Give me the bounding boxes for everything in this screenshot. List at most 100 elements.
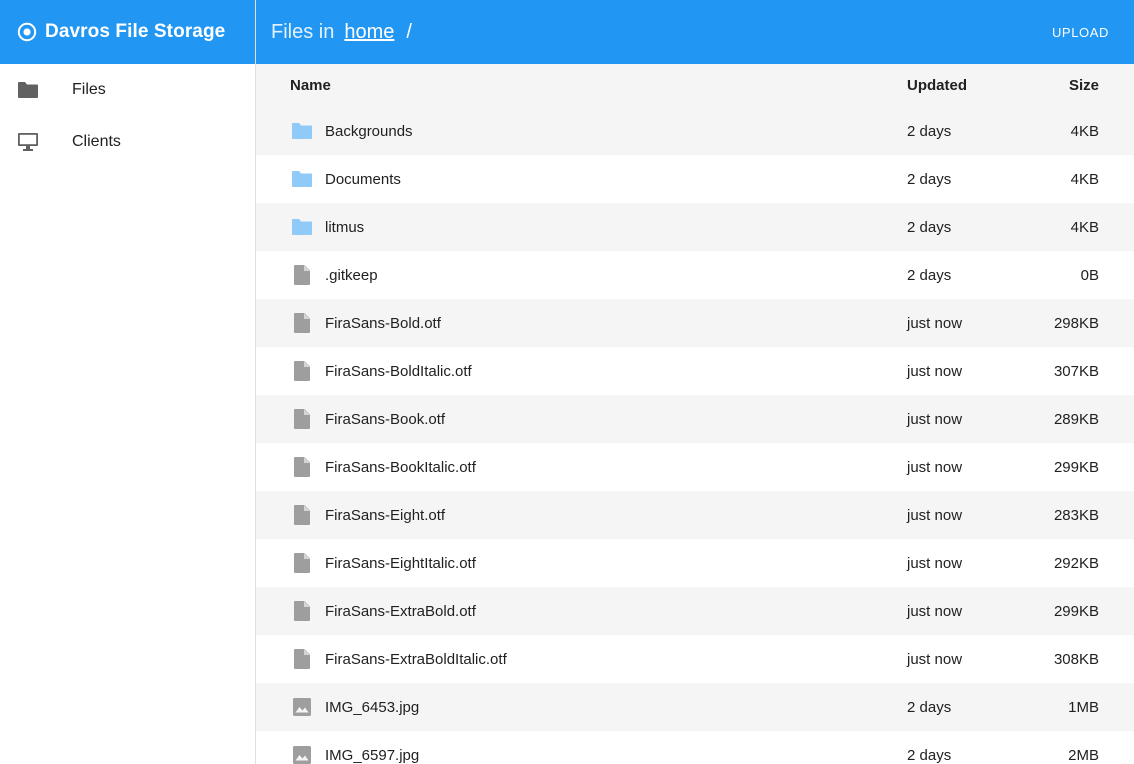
sidebar-item-label: Files [72,81,106,98]
name-wrap: FiraSans-ExtraBoldItalic.otf [290,647,873,671]
table-row[interactable]: FiraSans-Eight.otf just now 283KB [256,491,1134,539]
main-content: Files in home / UPLOAD Name Updated Size… [256,0,1134,764]
cell-size: 307KB [1053,362,1099,380]
name-wrap: FiraSans-ExtraBold.otf [290,599,873,623]
file-icon [290,647,314,671]
file-table-container[interactable]: Name Updated Size Backgrounds 2 days 4KB Do… [256,64,1134,764]
cell-name: FiraSans-Bold.otf [256,299,873,347]
name-wrap: IMG_6597.jpg [290,743,873,764]
cell-updated: 2 days [907,122,952,140]
table-row[interactable]: IMG_6597.jpg 2 days 2MB [256,731,1134,764]
table-row[interactable]: FiraSans-EightItalic.otf just now 292KB [256,539,1134,587]
file-icon [290,359,314,383]
breadcrumb-prefix: Files in [271,20,335,43]
folder-icon [290,167,314,191]
cell-name: Documents [256,155,873,203]
table-row[interactable]: Backgrounds 2 days 4KB [256,107,1134,155]
cell-updated: 2 days [907,746,952,764]
file-name[interactable]: Backgrounds [325,123,413,140]
cell-size: 299KB [1053,458,1099,476]
name-wrap: Backgrounds [290,119,873,143]
name-wrap: .gitkeep [290,263,873,287]
app-title: Davros File Storage [45,21,226,42]
cell-size: 292KB [1053,554,1099,572]
cell-updated: 2 days [907,698,952,716]
folder-icon [290,119,314,143]
name-wrap: Documents [290,167,873,191]
file-name[interactable]: Documents [325,171,401,188]
table-row[interactable]: FiraSans-Book.otf just now 289KB [256,395,1134,443]
table-row[interactable]: FiraSans-BookItalic.otf just now 299KB [256,443,1134,491]
name-wrap: FiraSans-Book.otf [290,407,873,431]
column-header-updated[interactable]: Updated [873,64,1013,107]
cell-name: litmus [256,203,873,251]
table-row[interactable]: litmus 2 days 4KB [256,203,1134,251]
file-name[interactable]: .gitkeep [325,267,378,284]
cell-updated: 2 days [907,218,952,236]
cell-updated: just now [907,506,963,524]
table-row[interactable]: FiraSans-Bold.otf just now 298KB [256,299,1134,347]
file-name[interactable]: IMG_6453.jpg [325,699,419,716]
upload-button[interactable]: UPLOAD [1052,0,1109,64]
file-name[interactable]: IMG_6597.jpg [325,747,419,764]
cell-updated: 2 days [907,170,952,188]
cell-size: 4KB [1070,218,1099,236]
sidebar: Davros File Storage Files Clients [0,0,256,764]
sidebar-item-clients[interactable]: Clients [0,116,255,168]
cell-updated: just now [907,650,963,668]
cell-name: FiraSans-ExtraBold.otf [256,587,873,635]
image-icon [290,743,314,764]
cell-updated: just now [907,554,963,572]
file-icon [290,455,314,479]
file-name[interactable]: FiraSans-Bold.otf [325,315,441,332]
file-icon [290,407,314,431]
cell-size: 308KB [1053,650,1099,668]
file-name[interactable]: FiraSans-BoldItalic.otf [325,363,472,380]
table-row[interactable]: Documents 2 days 4KB [256,155,1134,203]
cell-updated: just now [907,410,963,428]
breadcrumb-separator: / [406,20,412,43]
file-icon [290,599,314,623]
table-header-row: Name Updated Size [256,64,1134,107]
cell-size: 289KB [1053,410,1099,428]
file-name[interactable]: FiraSans-EightItalic.otf [325,555,476,572]
table-row[interactable]: IMG_6453.jpg 2 days 1MB [256,683,1134,731]
file-name[interactable]: FiraSans-ExtraBold.otf [325,603,476,620]
file-name[interactable]: FiraSans-Book.otf [325,411,445,428]
cell-name: FiraSans-BookItalic.otf [256,443,873,491]
cell-name: IMG_6597.jpg [256,731,873,764]
cell-name: FiraSans-EightItalic.otf [256,539,873,587]
column-header-name[interactable]: Name [256,64,873,107]
breadcrumb-home-link[interactable]: home [344,21,394,44]
sidebar-item-files[interactable]: Files [0,64,255,116]
cell-name: IMG_6453.jpg [256,683,873,731]
name-wrap: IMG_6453.jpg [290,695,873,719]
cell-updated: just now [907,602,963,620]
name-wrap: FiraSans-BoldItalic.otf [290,359,873,383]
cell-size: 2MB [1068,746,1099,764]
table-row[interactable]: FiraSans-ExtraBold.otf just now 299KB [256,587,1134,635]
brand-header: Davros File Storage [0,0,255,64]
file-name[interactable]: FiraSans-BookItalic.otf [325,459,476,476]
table-row[interactable]: FiraSans-ExtraBoldItalic.otf just now 308K… [256,635,1134,683]
name-wrap: FiraSans-BookItalic.otf [290,455,873,479]
cell-name: FiraSans-Eight.otf [256,491,873,539]
cell-size: 4KB [1070,170,1099,188]
name-wrap: FiraSans-EightItalic.otf [290,551,873,575]
table-row[interactable]: .gitkeep 2 days 0B [256,251,1134,299]
cell-name: FiraSans-Book.otf [256,395,873,443]
file-icon [290,263,314,287]
radio-logo-icon [17,22,37,42]
monitor-icon [17,131,39,153]
file-name[interactable]: FiraSans-ExtraBoldItalic.otf [325,651,507,668]
table-row[interactable]: FiraSans-BoldItalic.otf just now 307KB [256,347,1134,395]
folder-icon [17,79,39,101]
name-wrap: FiraSans-Bold.otf [290,311,873,335]
cell-size: 299KB [1053,602,1099,620]
sidebar-item-label: Clients [72,133,121,150]
file-name[interactable]: litmus [325,219,364,236]
file-icon [290,551,314,575]
column-header-size[interactable]: Size [1013,64,1134,107]
cell-updated: just now [907,362,963,380]
file-name[interactable]: FiraSans-Eight.otf [325,507,445,524]
